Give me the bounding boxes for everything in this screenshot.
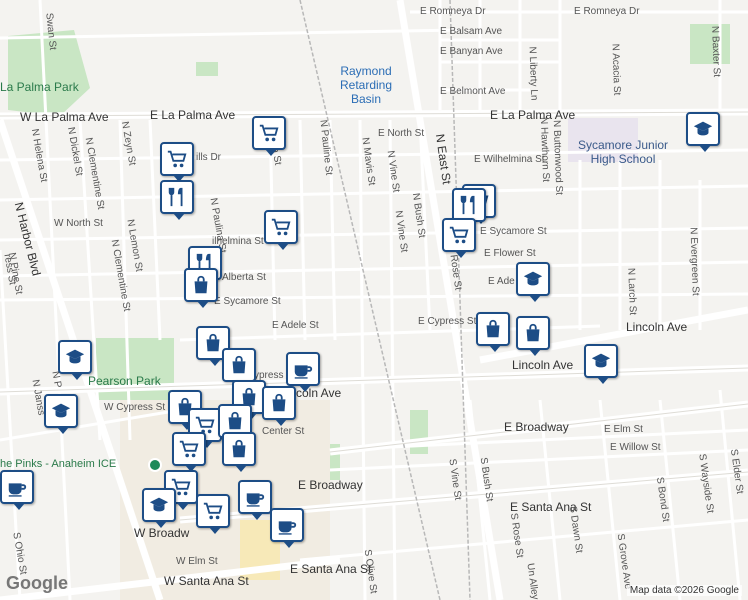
- shopping-bag-marker[interactable]: [262, 386, 296, 426]
- coffee-marker[interactable]: [0, 470, 34, 510]
- street-label: E Wilhelmina St: [474, 154, 545, 165]
- street-label: N Baxter St: [709, 25, 722, 78]
- shopping-cart-marker[interactable]: [172, 432, 206, 472]
- google-logo: Google: [6, 573, 68, 593]
- street-label: W Cypress St: [104, 402, 166, 413]
- shopping-bag-marker[interactable]: [516, 316, 550, 356]
- street-label: E Flower St: [484, 248, 536, 259]
- street-label: W Broadw: [134, 526, 190, 540]
- street-label: ills Dr: [196, 152, 221, 163]
- street-label: E Broadway: [504, 420, 569, 434]
- street-label: W La Palma Ave: [20, 110, 109, 124]
- street-label: E Banyan Ave: [440, 46, 503, 57]
- shopping-cart-marker[interactable]: [160, 142, 194, 182]
- street-label: E Belmont Ave: [440, 86, 506, 97]
- street-label: N Acacia St: [609, 43, 623, 96]
- street-label: E Balsam Ave: [440, 26, 503, 37]
- shopping-cart-marker[interactable]: [196, 494, 230, 534]
- street-label: E Cypress St: [418, 316, 477, 327]
- shopping-bag-marker[interactable]: [222, 432, 256, 472]
- school-marker[interactable]: [58, 340, 92, 380]
- street-label: E Romneya Dr: [420, 6, 486, 17]
- school-marker[interactable]: [44, 394, 78, 434]
- street-label: N Larch St: [625, 267, 638, 316]
- school-marker[interactable]: [584, 344, 618, 384]
- street-label: E Adele St: [272, 320, 319, 331]
- shopping-cart-marker[interactable]: [264, 210, 298, 250]
- street-label: Center St: [262, 426, 305, 437]
- street-label: E North St: [378, 128, 425, 139]
- street-label: E Sycamore St: [214, 296, 281, 307]
- school-marker[interactable]: [686, 112, 720, 152]
- shopping-cart-marker[interactable]: [252, 116, 286, 156]
- street-label: W Santa Ana St: [164, 574, 249, 588]
- location-pin-icon[interactable]: [148, 458, 162, 472]
- restaurant-marker[interactable]: [452, 188, 486, 228]
- park-label: Pearson Park: [88, 374, 161, 388]
- map-canvas[interactable]: E Romneya Dr E Romneya Dr E Balsam Ave E…: [0, 0, 748, 600]
- restaurant-marker[interactable]: [160, 180, 194, 220]
- shopping-bag-marker[interactable]: [184, 268, 218, 308]
- coffee-marker[interactable]: [270, 508, 304, 548]
- shopping-bag-marker[interactable]: [222, 348, 256, 388]
- street-label: Lincoln Ave: [512, 358, 574, 372]
- street-label: E Willow St: [610, 442, 661, 453]
- street-label: E La Palma Ave: [490, 108, 576, 122]
- street-label: N Hawthorn St: [537, 116, 552, 183]
- street-label: N Liberty Ln: [526, 46, 540, 101]
- street-label: W North St: [54, 218, 103, 229]
- street-label: E La Palma Ave: [150, 108, 236, 122]
- street-label: E Sycamore St: [480, 226, 547, 237]
- shopping-bag-marker[interactable]: [476, 312, 510, 352]
- school-marker[interactable]: [142, 488, 176, 528]
- coffee-marker[interactable]: [238, 480, 272, 520]
- street-label: Lincoln Ave: [626, 320, 688, 334]
- street-label: N Evergreen St: [687, 227, 701, 296]
- street-label: W Elm St: [176, 556, 218, 567]
- street-label: E Ade: [488, 276, 515, 287]
- street-label: E Santa Ana St: [510, 500, 592, 514]
- basin-label: Raymond Retarding Basin: [340, 64, 393, 106]
- school-marker[interactable]: [516, 262, 550, 302]
- map-attribution: Map data ©2026 Google: [626, 585, 742, 596]
- place-label: he Pinks - Anaheim ICE: [0, 458, 117, 470]
- street-label: E Romneya Dr: [574, 6, 640, 17]
- street-label: E Broadway: [298, 478, 363, 492]
- shopping-cart-marker[interactable]: [442, 218, 476, 258]
- school-label: Sycamore Junior High School: [578, 138, 669, 166]
- street-label: Alberta St: [222, 272, 266, 283]
- coffee-marker[interactable]: [286, 352, 320, 392]
- street-label: E Elm St: [604, 424, 643, 435]
- park-label: La Palma Park: [0, 80, 79, 94]
- street-label: E Santa Ana St: [290, 562, 372, 576]
